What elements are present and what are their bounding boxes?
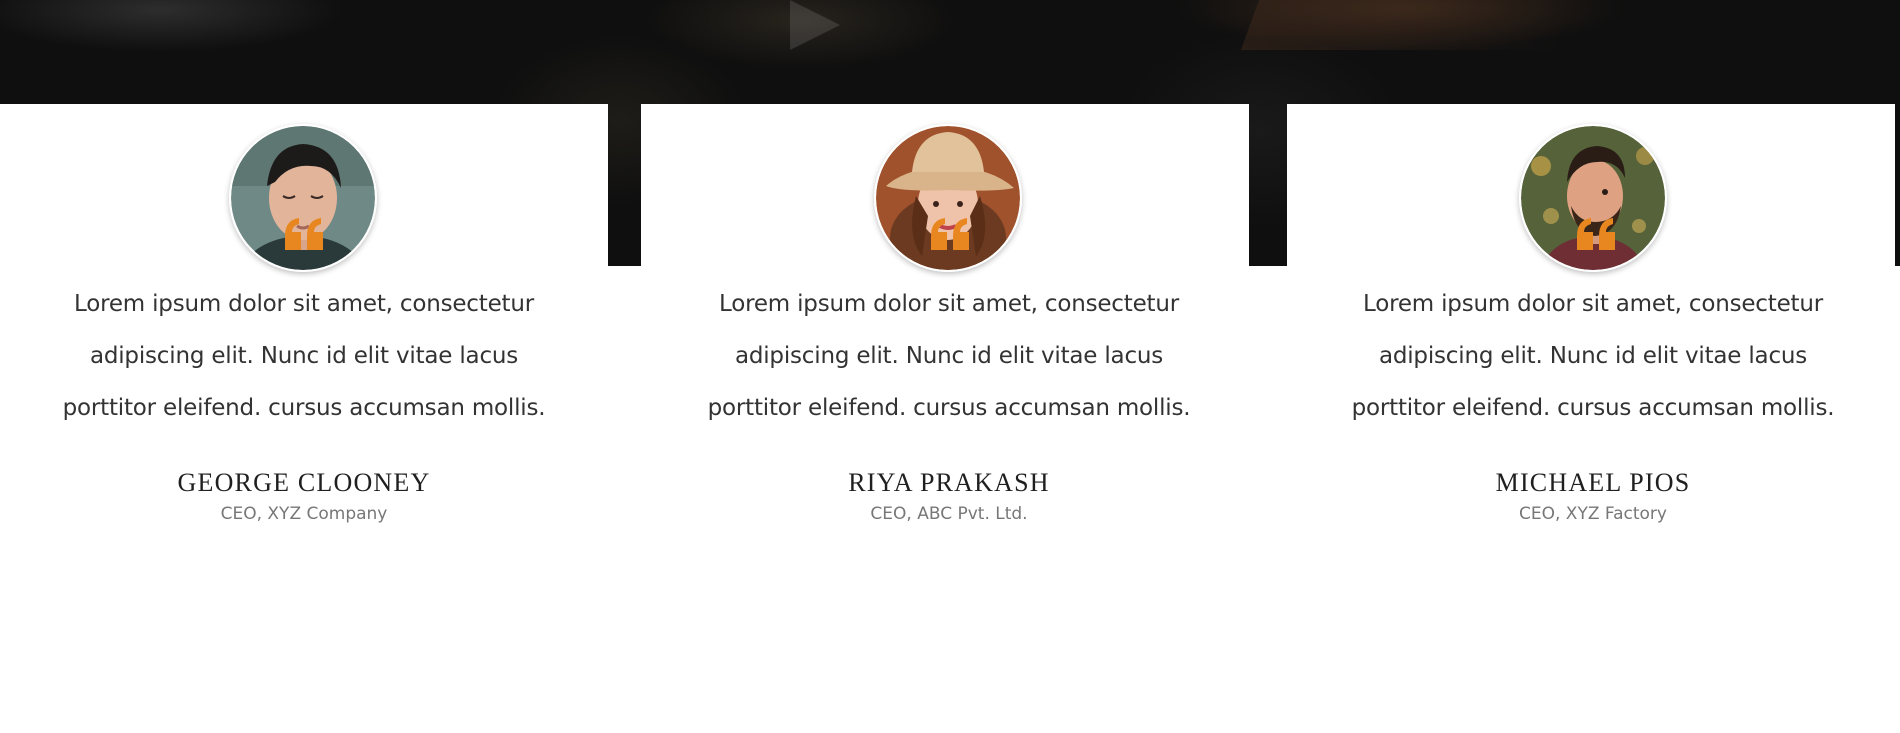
person-name: MICHAEL PIOS <box>1495 468 1691 497</box>
quote-icon <box>1577 218 1615 250</box>
person-role: CEO, XYZ Factory <box>1519 504 1667 524</box>
testimonial-card: Lorem ipsum dolor sit amet, consectetur … <box>1287 104 1895 733</box>
background-decoration <box>1240 0 1580 50</box>
quote-icon <box>931 218 969 250</box>
testimonial-card: Lorem ipsum dolor sit amet, consectetur … <box>0 104 608 733</box>
person-name: RIYA PRAKASH <box>848 468 1050 497</box>
background-decoration <box>790 0 840 50</box>
testimonial-card: Lorem ipsum dolor sit amet, consectetur … <box>641 104 1249 733</box>
person-name: GEORGE CLOONEY <box>177 468 431 497</box>
testimonial-text: Lorem ipsum dolor sit amet, consectetur … <box>1351 291 1835 421</box>
testimonial-text: Lorem ipsum dolor sit amet, consectetur … <box>707 291 1191 421</box>
person-role: CEO, ABC Pvt. Ltd. <box>870 504 1028 524</box>
person-role: CEO, XYZ Company <box>220 504 388 524</box>
quote-icon <box>285 218 323 250</box>
testimonials-section: Lorem ipsum dolor sit amet, consectetur … <box>0 0 1900 733</box>
testimonial-text: Lorem ipsum dolor sit amet, consectetur … <box>62 291 546 421</box>
